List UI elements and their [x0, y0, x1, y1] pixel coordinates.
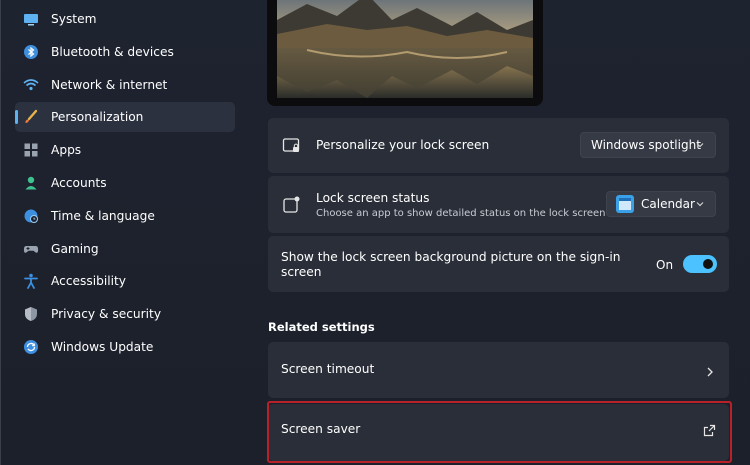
personalize-lock-screen-label: Personalize your lock screen: [316, 138, 490, 152]
lock-screen-personalize-dropdown[interactable]: Windows spotlight: [580, 132, 716, 158]
screen-saver-highlight-box: [267, 401, 732, 463]
sync-icon: [23, 339, 39, 355]
toggle-state-label: On: [656, 258, 674, 272]
lock-screen-status-label: Lock screen status: [316, 191, 430, 205]
chevron-down-icon: [695, 198, 705, 208]
related-settings-heading: Related settings: [268, 320, 375, 334]
sign-in-background-toggle[interactable]: [683, 255, 717, 273]
chevron-right-icon: [704, 363, 716, 377]
monitor-icon: [23, 11, 39, 27]
lock-screen-status-description: Choose an app to show detailed status on…: [316, 208, 606, 219]
sidebar-item-privacy-security[interactable]: Privacy & security: [15, 299, 235, 329]
calendar-icon: [616, 195, 634, 213]
toggle-knob: [703, 259, 713, 269]
sidebar-item-label: Time & language: [51, 209, 155, 223]
sidebar-item-label: Windows Update: [51, 340, 154, 354]
sidebar-item-label: Accessibility: [51, 274, 126, 288]
lock-screen-preview-image: [267, 0, 543, 106]
chevron-down-icon: [695, 139, 705, 149]
sidebar-item-apps[interactable]: Apps: [15, 135, 235, 165]
dropdown-value: Calendar: [641, 197, 695, 211]
sign-in-background-label-line1: Show the lock screen background picture …: [281, 250, 621, 264]
gamepad-icon: [23, 241, 39, 257]
status-icon: [282, 195, 302, 215]
apps-grid-icon: [23, 142, 39, 158]
bluetooth-icon: [23, 44, 39, 60]
sidebar-item-label: Network & internet: [51, 78, 168, 92]
accessibility-icon: [23, 273, 39, 289]
sidebar-item-label: Accounts: [51, 176, 107, 190]
sign-in-background-label-line2: screen: [281, 265, 322, 279]
settings-window: System Bluetooth & devices Network & int…: [0, 0, 750, 465]
globe-clock-icon: [23, 208, 39, 224]
sidebar-item-label: Bluetooth & devices: [51, 45, 174, 59]
sidebar-item-label: Gaming: [51, 242, 99, 256]
sidebar-item-time-language[interactable]: Time & language: [15, 201, 235, 231]
sidebar-item-accounts[interactable]: Accounts: [15, 168, 235, 198]
sidebar: System Bluetooth & devices Network & int…: [1, 0, 241, 465]
sidebar-item-label: Apps: [51, 143, 82, 157]
sign-in-background-card: Show the lock screen background picture …: [268, 236, 729, 292]
brush-icon: [23, 109, 39, 125]
sidebar-item-windows-update[interactable]: Windows Update: [15, 332, 235, 362]
sidebar-item-gaming[interactable]: Gaming: [15, 234, 235, 264]
sidebar-item-label: Personalization: [51, 110, 144, 124]
sidebar-item-system[interactable]: System: [15, 4, 235, 34]
sidebar-item-bluetooth[interactable]: Bluetooth & devices: [15, 37, 235, 67]
sidebar-item-personalization[interactable]: Personalization: [15, 102, 235, 132]
lock-screen-icon: [282, 136, 302, 156]
screen-timeout-row[interactable]: Screen timeout: [268, 342, 729, 398]
sidebar-item-accessibility[interactable]: Accessibility: [15, 266, 235, 296]
sidebar-item-network[interactable]: Network & internet: [15, 70, 235, 100]
screen-timeout-label: Screen timeout: [281, 362, 375, 376]
selection-indicator: [15, 110, 18, 124]
dropdown-value: Windows spotlight: [591, 138, 701, 152]
person-icon: [23, 175, 39, 191]
wifi-icon: [23, 77, 39, 93]
lock-screen-status-card: Lock screen status Choose an app to show…: [268, 176, 729, 233]
sidebar-item-label: System: [51, 12, 97, 26]
lock-screen-status-dropdown[interactable]: Calendar: [606, 191, 716, 217]
personalize-lock-screen-card: Personalize your lock screen Windows spo…: [268, 118, 729, 173]
sidebar-item-label: Privacy & security: [51, 307, 162, 321]
shield-icon: [23, 306, 39, 322]
